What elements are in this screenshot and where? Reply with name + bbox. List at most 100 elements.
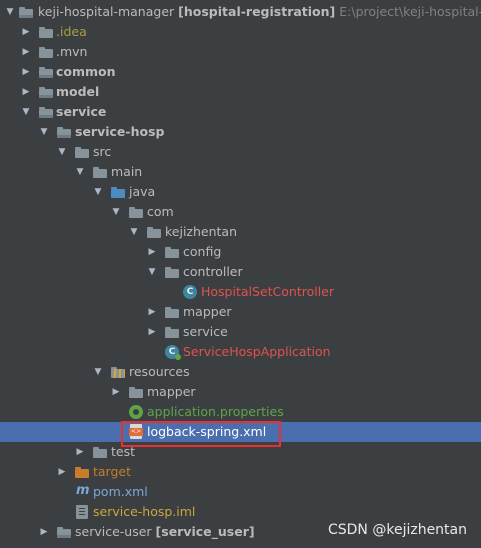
chevron-down-icon[interactable] [74, 162, 86, 182]
folder-icon [92, 165, 108, 179]
folder-icon [38, 45, 54, 59]
folder-icon [128, 385, 144, 399]
tree-row-idea[interactable]: .idea [0, 22, 481, 42]
watermark: CSDN @kejizhentan [327, 522, 467, 538]
tree-row-pom[interactable]: m pom.xml [0, 482, 481, 502]
spring-boot-class-icon: C [165, 345, 181, 360]
tree-row-controller[interactable]: controller [0, 262, 481, 282]
tree-item-label: service [183, 324, 228, 339]
xml-file-icon [129, 424, 143, 439]
tree-item-label: controller [183, 264, 243, 279]
chevron-down-icon[interactable] [56, 142, 68, 162]
tree-item-label: mapper [183, 304, 232, 319]
service-user-name: service-user [75, 524, 152, 539]
chevron-right-icon[interactable] [146, 242, 158, 262]
tree-row-service[interactable]: service [0, 102, 481, 122]
tree-row-hospital-set-controller[interactable]: C HospitalSetController [0, 282, 481, 302]
module-folder-icon [56, 125, 72, 139]
tree-item-label: src [93, 144, 112, 159]
tree-row-mvn[interactable]: .mvn [0, 42, 481, 62]
tree-item-label: target [93, 464, 132, 479]
tree-row-config[interactable]: config [0, 242, 481, 262]
chevron-right-icon[interactable] [20, 62, 32, 82]
tree-item-label: ServiceHospApplication [183, 344, 331, 359]
tree-row-mapper[interactable]: mapper [0, 302, 481, 322]
tree-item-label: service-hosp.iml [93, 504, 196, 519]
tree-item-label: test [111, 444, 136, 459]
chevron-right-icon[interactable] [146, 302, 158, 322]
tree-row-resources-mapper[interactable]: mapper [0, 382, 481, 402]
tree-item-label: java [129, 184, 156, 199]
tree-row-root[interactable]: keji-hospital-manager [hospital-registra… [0, 2, 481, 22]
root-project-path: E:\project\keji-hospital-manag [339, 4, 481, 19]
chevron-down-icon[interactable] [128, 222, 140, 242]
java-class-icon: C [183, 285, 197, 299]
tree-row-main[interactable]: main [0, 162, 481, 182]
tree-row-java[interactable]: java [0, 182, 481, 202]
package-icon [164, 245, 180, 259]
module-folder-icon [18, 5, 34, 19]
package-icon [164, 325, 180, 339]
chevron-down-icon[interactable] [92, 182, 104, 202]
tree-row-common[interactable]: common [0, 62, 481, 82]
spring-properties-icon [129, 405, 143, 419]
source-folder-icon [110, 185, 126, 199]
maven-m-icon: m [76, 483, 90, 498]
tree-item-label: .mvn [56, 44, 88, 59]
folder-icon [92, 445, 108, 459]
excluded-folder-icon [74, 465, 90, 479]
package-icon [164, 305, 180, 319]
tree-item-label: kejizhentan [165, 224, 238, 239]
tree-row-test[interactable]: test [0, 442, 481, 462]
chevron-right-icon[interactable] [38, 522, 50, 542]
tree-item-label: .idea [56, 24, 87, 39]
project-tree: keji-hospital-manager [hospital-registra… [0, 2, 481, 542]
chevron-down-icon[interactable] [92, 362, 104, 382]
chevron-right-icon[interactable] [20, 42, 32, 62]
folder-icon [74, 145, 90, 159]
tree-item-label: model [56, 84, 100, 99]
tree-item-label: service-hosp [75, 124, 165, 139]
package-icon [164, 265, 180, 279]
module-folder-icon [56, 525, 72, 539]
tree-row-service-pkg[interactable]: service [0, 322, 481, 342]
tree-item-label: resources [129, 364, 190, 379]
chevron-down-icon[interactable] [4, 2, 16, 22]
chevron-right-icon[interactable] [20, 82, 32, 102]
package-icon [128, 205, 144, 219]
tree-item-label: main [111, 164, 143, 179]
tree-row-src[interactable]: src [0, 142, 481, 162]
chevron-down-icon[interactable] [38, 122, 50, 142]
tree-row-application-properties[interactable]: application.properties [0, 402, 481, 422]
tree-row-com[interactable]: com [0, 202, 481, 222]
tree-item-label: logback-spring.xml [147, 424, 267, 439]
root-project-name: keji-hospital-manager [38, 4, 175, 19]
chevron-down-icon[interactable] [110, 202, 122, 222]
chevron-right-icon[interactable] [110, 382, 122, 402]
chevron-down-icon[interactable] [20, 102, 32, 122]
chevron-right-icon[interactable] [146, 322, 158, 342]
tree-item-label: com [147, 204, 174, 219]
tree-row-kejizhentan[interactable]: kejizhentan [0, 222, 481, 242]
tree-row-service-hosp-application[interactable]: C ServiceHospApplication [0, 342, 481, 362]
folder-icon [38, 25, 54, 39]
chevron-down-icon[interactable] [146, 262, 158, 282]
module-folder-icon [38, 105, 54, 119]
tree-item-label: mapper [147, 384, 196, 399]
tree-item-label: service [56, 104, 107, 119]
chevron-right-icon[interactable] [20, 22, 32, 42]
root-module-name: [hospital-registration] [178, 4, 336, 19]
module-folder-icon [38, 65, 54, 79]
tree-row-resources[interactable]: resources [0, 362, 481, 382]
tree-row-target[interactable]: target [0, 462, 481, 482]
resources-folder-icon [110, 365, 126, 379]
module-folder-icon [38, 85, 54, 99]
service-user-module: [service_user] [155, 524, 255, 539]
tree-row-iml[interactable]: service-hosp.iml [0, 502, 481, 522]
chevron-right-icon[interactable] [56, 462, 68, 482]
chevron-right-icon[interactable] [74, 442, 86, 462]
tree-item-label: config [183, 244, 222, 259]
tree-row-model[interactable]: model [0, 82, 481, 102]
tree-row-logback-spring[interactable]: logback-spring.xml [0, 422, 481, 442]
tree-row-service-hosp[interactable]: service-hosp [0, 122, 481, 142]
